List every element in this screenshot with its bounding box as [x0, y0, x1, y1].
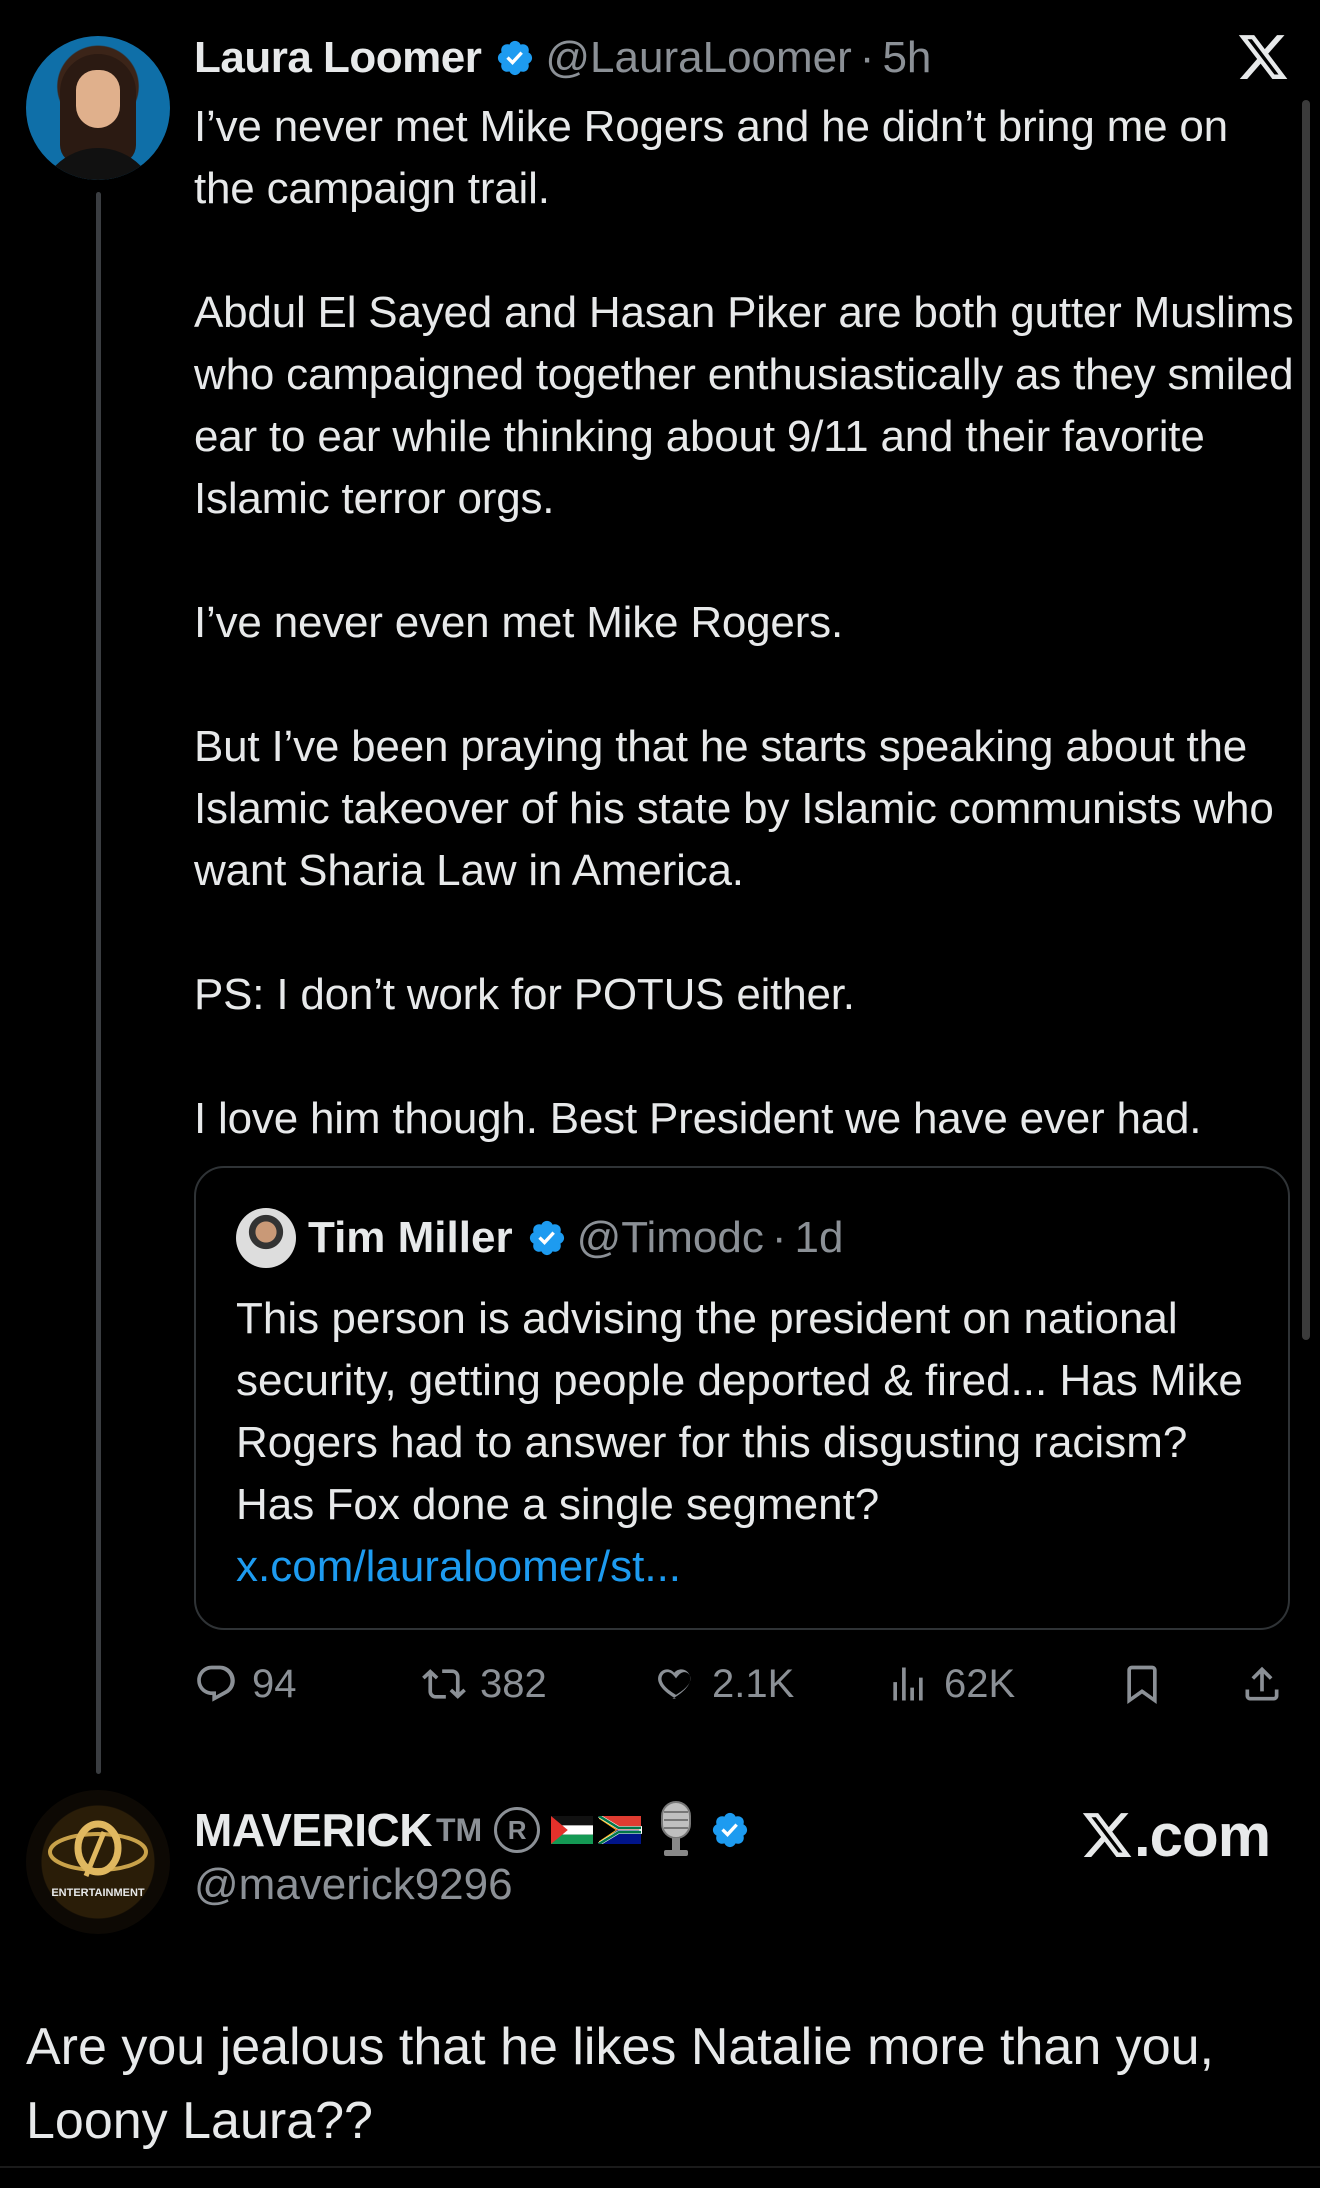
- quoted-tweet-timestamp[interactable]: 1d: [795, 1213, 844, 1263]
- quoted-tweet-link[interactable]: x.com/lauraloomer/st...: [236, 1542, 681, 1591]
- header-separator: ·: [771, 1213, 787, 1262]
- x-com-brand: .com: [1080, 1800, 1271, 1870]
- tweet-body: I’ve never met Mike Rogers and he didn’t…: [194, 96, 1294, 1150]
- palestine-flag-icon: [551, 1816, 594, 1844]
- reply-tweet-body: Are you jealous that he likes Natalie mo…: [26, 2018, 1215, 2150]
- quoted-tweet-text: This person is advising the president on…: [236, 1294, 1243, 1529]
- author-handle[interactable]: @LauraLoomer: [545, 33, 851, 83]
- repost-icon: [422, 1669, 466, 1699]
- bookmark-icon: [1127, 1665, 1157, 1705]
- thread-connector-line: [96, 192, 101, 1774]
- x-logo-icon: [1082, 1813, 1132, 1857]
- reply-button[interactable]: 94: [194, 1654, 297, 1714]
- verified-badge-icon: [713, 1812, 748, 1848]
- verified-badge-icon: [498, 40, 533, 76]
- reply-tweet-header: MAVERICK TM R: [194, 1798, 760, 1862]
- verified-badge-icon: [529, 1220, 564, 1256]
- entertainment-logo-icon: ENTERTAINMENT: [48, 1820, 148, 1899]
- quoted-tweet-header: Tim Miller @Timodc · 1d: [308, 1206, 843, 1270]
- reply-icon: [197, 1665, 235, 1702]
- quoted-author-name[interactable]: Tim Miller: [308, 1213, 513, 1263]
- south-africa-flag-icon: [598, 1816, 643, 1844]
- header-separator: ·: [859, 33, 875, 82]
- tweet-paragraph: Abdul El Sayed and Hasan Piker are both …: [194, 288, 1294, 523]
- reply-count: 94: [252, 1661, 297, 1706]
- x-logo-icon[interactable]: [1236, 30, 1290, 84]
- views-icon: [893, 1667, 923, 1701]
- tweet-paragraph: I’ve never met Mike Rogers and he didn’t…: [194, 102, 1228, 213]
- registered-mark: R: [494, 1807, 541, 1853]
- tweet-action-bar: 94 382 2.1K 62K: [194, 1654, 1294, 1714]
- tweet-paragraph: PS: I don’t work for POTUS either.: [194, 970, 855, 1019]
- like-count: 2.1K: [712, 1661, 795, 1706]
- repost-count: 382: [480, 1661, 547, 1706]
- view-count: 62K: [944, 1661, 1016, 1706]
- scrollbar[interactable]: [1302, 100, 1310, 1340]
- avatar-text: ENTERTAINMENT: [51, 1887, 145, 1899]
- share-icon: [1245, 1666, 1279, 1701]
- reply-author-name[interactable]: MAVERICK: [194, 1803, 432, 1857]
- tim-miller-avatar[interactable]: [236, 1208, 296, 1268]
- laura-loomer-avatar[interactable]: [26, 36, 170, 180]
- views-button[interactable]: 62K: [886, 1654, 1015, 1714]
- reply-author-handle[interactable]: @maverick9296: [194, 1860, 513, 1910]
- like-button[interactable]: 2.1K: [654, 1654, 794, 1714]
- share-button[interactable]: [1240, 1654, 1284, 1714]
- quoted-tweet-body: This person is advising the president on…: [236, 1288, 1266, 1598]
- tweet-paragraph: I love him though. Best President we hav…: [194, 1094, 1202, 1143]
- heart-icon: [658, 1669, 691, 1699]
- tweet-header: Laura Loomer @LauraLoomer · 5h: [194, 28, 931, 88]
- bookmark-button[interactable]: [1120, 1654, 1164, 1714]
- tweet-screenshot: Laura Loomer @LauraLoomer · 5h I’ve neve…: [0, 0, 1320, 2188]
- maverick-avatar[interactable]: ENTERTAINMENT: [26, 1790, 170, 1934]
- microphone-icon: [661, 1801, 692, 1856]
- tweet-paragraph: But I’ve been praying that he starts spe…: [194, 722, 1274, 895]
- quoted-author-handle[interactable]: @Timodc: [577, 1213, 764, 1263]
- tweet-timestamp[interactable]: 5h: [882, 33, 931, 83]
- repost-button[interactable]: 382: [422, 1654, 547, 1714]
- trademark-mark: TM: [435, 1811, 483, 1848]
- brand-domain-suffix: .com: [1134, 1801, 1271, 1869]
- divider: [0, 2166, 1320, 2168]
- tweet-paragraph: I’ve never even met Mike Rogers.: [194, 598, 843, 647]
- author-name[interactable]: Laura Loomer: [194, 33, 482, 83]
- quoted-tweet-card[interactable]: Tim Miller @Timodc · 1d This person is a…: [194, 1166, 1290, 1630]
